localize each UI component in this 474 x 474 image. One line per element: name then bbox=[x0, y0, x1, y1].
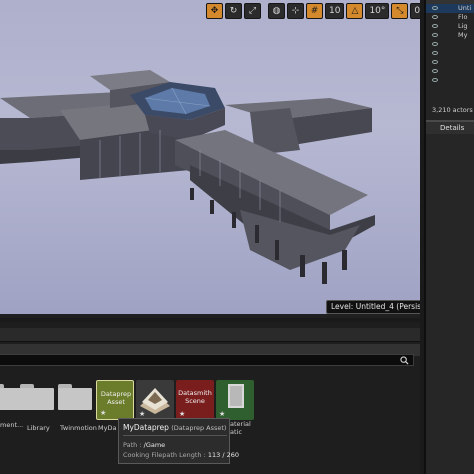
move-tool-icon[interactable]: ✥ bbox=[206, 3, 223, 19]
outliner-row[interactable]: Lig bbox=[426, 22, 474, 31]
grid-snap-value[interactable]: 10 bbox=[325, 3, 345, 19]
surface-snap-icon[interactable]: ⊹ bbox=[287, 3, 304, 19]
visibility-eye-icon[interactable] bbox=[432, 51, 438, 55]
level-viewport[interactable]: ✥ ↻ ⤢ ◍ ⊹ # 10 △ 10° ⤡ 0.25 ▣ 4 Level: U… bbox=[0, 0, 420, 318]
search-icon[interactable] bbox=[400, 356, 409, 365]
visibility-eye-icon[interactable] bbox=[432, 69, 438, 73]
outliner-row[interactable]: Flo bbox=[426, 13, 474, 22]
asset-tooltip: MyDataprep (Dataprep Asset) Path : /Game… bbox=[118, 418, 239, 464]
folder-label: ment... bbox=[0, 421, 24, 429]
dataprep-asset-tile[interactable]: Dataprep Asset ★ bbox=[96, 380, 134, 420]
tooltip-cooking-length: Cooking Filepath Length : 113 / 260 bbox=[123, 451, 239, 459]
datasmith-import-tile[interactable]: ★ bbox=[136, 380, 174, 420]
level-label: Level: Untitled_4 (Persistent) bbox=[326, 300, 420, 314]
scale-snap-value[interactable]: 0.25 bbox=[410, 3, 420, 19]
tooltip-path: Path : /Game bbox=[123, 441, 166, 449]
visibility-eye-icon[interactable] bbox=[432, 78, 438, 82]
tab-details[interactable]: Details bbox=[426, 120, 474, 134]
star-icon: ★ bbox=[219, 410, 226, 418]
outliner-row[interactable] bbox=[426, 67, 474, 76]
outliner-row[interactable] bbox=[426, 58, 474, 67]
rotate-tool-icon[interactable]: ↻ bbox=[225, 3, 242, 19]
outliner-row[interactable]: Unti bbox=[426, 4, 474, 13]
search-input[interactable] bbox=[0, 354, 414, 366]
folder-label: Library bbox=[27, 424, 50, 432]
tile-label: Dataprep Asset bbox=[100, 390, 132, 406]
scale-snap-icon[interactable]: ⤡ bbox=[391, 3, 409, 19]
tooltip-subtitle: (Dataprep Asset) bbox=[171, 424, 227, 432]
outliner-row[interactable]: My bbox=[426, 31, 474, 40]
grid-snap-icon[interactable]: # bbox=[306, 3, 323, 19]
folder-icon[interactable] bbox=[58, 384, 92, 412]
viewport-toolbar: ✥ ↻ ⤢ ◍ ⊹ # 10 △ 10° ⤡ 0.25 ▣ 4 bbox=[206, 2, 420, 20]
building-3d-model bbox=[0, 70, 375, 284]
tile-label: aterial atic bbox=[230, 420, 251, 436]
visibility-eye-icon[interactable] bbox=[432, 24, 438, 28]
rotation-snap-value[interactable]: 10° bbox=[365, 3, 390, 19]
tooltip-title: MyDataprep (Dataprep Asset) bbox=[123, 423, 227, 432]
material-tile[interactable]: ★ bbox=[216, 380, 254, 420]
star-icon: ★ bbox=[139, 410, 146, 418]
star-icon: ★ bbox=[100, 409, 107, 417]
visibility-eye-icon[interactable] bbox=[432, 42, 438, 46]
folder-label: Twinmotion bbox=[60, 424, 97, 432]
visibility-eye-icon[interactable] bbox=[432, 60, 438, 64]
visibility-eye-icon[interactable] bbox=[432, 33, 438, 37]
details-panel bbox=[426, 134, 474, 474]
actor-count: 3,210 actors bbox=[432, 106, 473, 114]
outliner-row[interactable] bbox=[426, 40, 474, 49]
scale-tool-icon[interactable]: ⤢ bbox=[244, 3, 261, 19]
datasmith-scene-tile[interactable]: Datasmith Scene ★ bbox=[176, 380, 214, 420]
world-local-icon[interactable]: ◍ bbox=[268, 3, 285, 19]
content-browser-toolbar bbox=[0, 328, 420, 342]
star-icon: ★ bbox=[179, 410, 186, 418]
visibility-eye-icon[interactable] bbox=[432, 15, 438, 19]
tile-sublabel: MyDa bbox=[98, 424, 117, 432]
outliner-row[interactable] bbox=[426, 76, 474, 85]
folder-icon[interactable] bbox=[20, 384, 54, 412]
outliner-row[interactable] bbox=[426, 49, 474, 58]
tile-label: Datasmith Scene bbox=[178, 389, 212, 405]
visibility-eye-icon[interactable] bbox=[432, 6, 438, 10]
rotation-snap-icon[interactable]: △ bbox=[346, 3, 364, 19]
